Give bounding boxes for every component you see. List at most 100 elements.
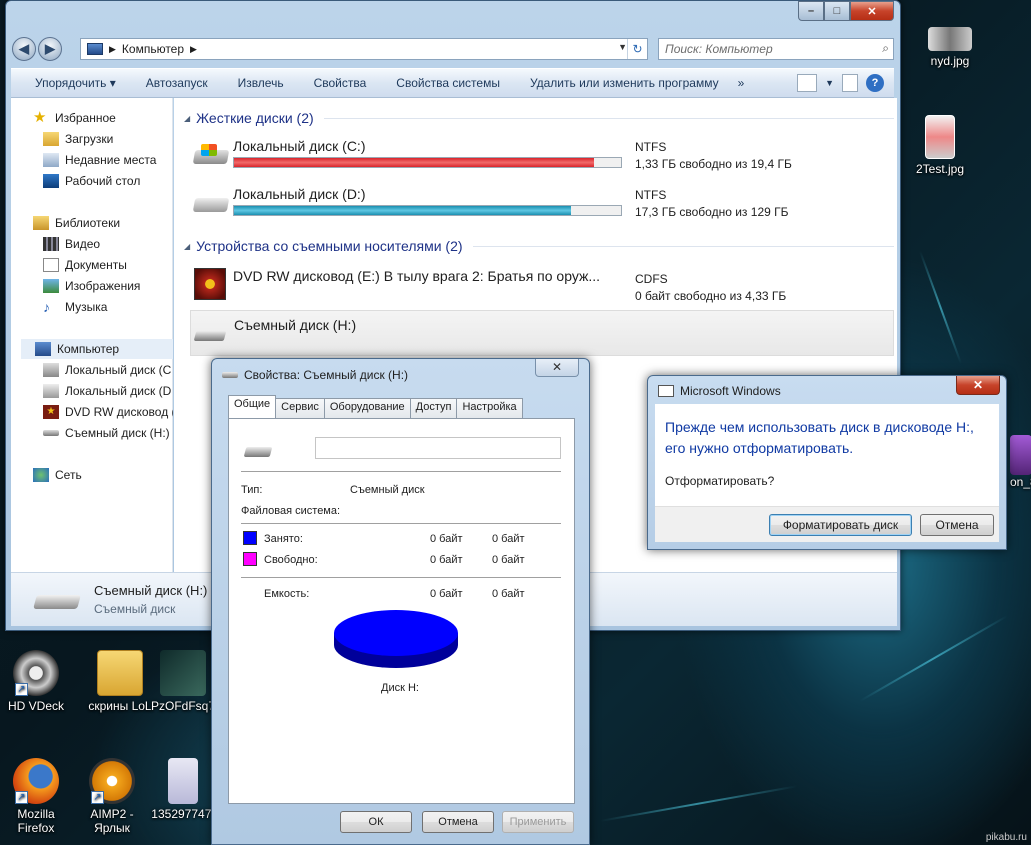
nav-favorites[interactable]: ★ Избранное — [33, 108, 193, 128]
drive-c[interactable]: Локальный диск (C:) NTFS 1,33 ГБ свободн… — [174, 136, 894, 182]
nav-label: Компьютер — [57, 342, 120, 356]
properties-button[interactable]: Свойства — [299, 76, 382, 90]
preview-pane-icon[interactable] — [842, 74, 858, 92]
used-size: 0 байт — [492, 533, 525, 545]
tab-sharing[interactable]: Доступ — [409, 398, 458, 418]
uninstall-program-button[interactable]: Удалить или изменить программу — [515, 76, 734, 90]
tab-tools[interactable]: Сервис — [275, 398, 325, 418]
drive-h[interactable]: Съемный диск (H:) — [190, 310, 894, 356]
filesystem-label: Файловая система: — [241, 505, 341, 517]
nav-label: Локальный диск (D — [65, 384, 172, 398]
drive-name: Съемный диск (H:) — [234, 317, 357, 333]
cancel-button[interactable]: Отмена — [920, 514, 994, 536]
nav-label: Библиотеки — [55, 216, 121, 230]
desktop-icon-firefox[interactable]: ↗ Mozilla Firefox — [0, 758, 76, 835]
ok-button[interactable]: ОК — [340, 811, 412, 833]
drive-free-space: 0 байт свободно из 4,33 ГБ — [635, 289, 787, 303]
nav-libraries[interactable]: Библиотеки — [33, 213, 193, 233]
chevron-down-icon[interactable]: ▼ — [825, 78, 834, 88]
drive-filesystem: CDFS — [635, 272, 668, 286]
desktop-icon-2test[interactable]: 2Test.jpg — [910, 115, 970, 176]
group-removable[interactable]: ◢ Устройства со съемными носителями (2) — [174, 235, 894, 257]
close-button[interactable]: ✕ — [956, 376, 1000, 395]
eject-button[interactable]: Извлечь — [223, 76, 299, 90]
aimp-icon: ↗ — [89, 758, 135, 804]
desktop-icon-label: 2Test.jpg — [915, 162, 965, 176]
properties-tabs: Общие Сервис Оборудование Доступ Настрой… — [228, 395, 523, 418]
divider — [241, 577, 561, 578]
capacity-label: Емкость: — [264, 588, 310, 600]
breadcrumb-computer[interactable]: Компьютер — [122, 42, 184, 56]
tab-general[interactable]: Общие — [228, 395, 277, 418]
star-icon: ★ — [33, 109, 47, 126]
watermark: pikabu.ru — [985, 832, 1027, 843]
nav-drive-h[interactable]: Съемный диск (H:) — [43, 423, 173, 443]
desktop-icon-label: on_8 — [1010, 475, 1031, 489]
nav-label: Изображения — [65, 279, 141, 293]
cancel-button[interactable]: Отмена — [422, 811, 494, 833]
pie-slice-used — [334, 610, 458, 656]
search-input[interactable]: Поиск: Компьютер ⌕ — [658, 38, 894, 60]
desktop-icon-aimp[interactable]: ↗ AIMP2 - Ярлык — [72, 758, 152, 835]
search-icon[interactable]: ⌕ — [882, 41, 889, 56]
usb-drive-icon — [33, 595, 81, 609]
collapse-arrow-icon[interactable]: ◢ — [184, 114, 190, 123]
tab-hardware[interactable]: Оборудование — [323, 398, 411, 418]
help-icon[interactable]: ? — [866, 74, 884, 92]
used-bytes: 0 байт — [430, 533, 463, 545]
view-icon[interactable] — [797, 74, 818, 92]
collapse-arrow-icon[interactable]: ◢ — [184, 242, 190, 251]
desktop-icon-label: PzOFdFsq7 — [150, 699, 216, 713]
folder-icon — [97, 650, 143, 696]
disk-label: Диск H: — [381, 682, 419, 694]
drive-filesystem: NTFS — [635, 140, 667, 154]
close-button[interactable]: ✕ — [535, 359, 579, 377]
drive-usage-bar — [233, 157, 622, 168]
downloads-folder-icon — [43, 132, 59, 146]
nav-drive-d[interactable]: Локальный диск (D — [43, 381, 173, 401]
drive-dvd[interactable]: DVD RW дисковод (E:) В тылу врага 2: Бра… — [174, 262, 894, 308]
nav-drive-dvd[interactable]: ★ DVD RW дисковод ( — [43, 402, 173, 422]
wallpaper-streak — [599, 785, 798, 822]
format-message-dialog: Microsoft Windows ✕ Прежде чем использов… — [647, 375, 1007, 550]
tab-customize[interactable]: Настройка — [456, 398, 523, 418]
maximize-button[interactable]: □ — [824, 1, 850, 21]
hard-drive-icon — [192, 198, 230, 212]
back-button[interactable]: ◀ — [12, 37, 36, 61]
navigation-pane: ★ Избранное Загрузки Недавние места Рабоч… — [11, 98, 173, 572]
usb-drive-icon — [43, 430, 59, 436]
nav-computer[interactable]: Компьютер — [21, 339, 173, 359]
address-bar[interactable]: ▶ Компьютер ▶ ▼ ↻ — [80, 38, 648, 60]
details-name: Съемный диск (H:) — [94, 583, 208, 598]
firefox-icon: ↗ — [13, 758, 59, 804]
minimize-button[interactable]: – — [798, 1, 824, 21]
group-hard-drives[interactable]: ◢ Жесткие диски (2) — [174, 107, 894, 129]
group-divider — [323, 117, 894, 119]
format-disk-button[interactable]: Форматировать диск — [769, 514, 912, 536]
refresh-icon[interactable]: ↻ — [627, 39, 647, 59]
organize-button[interactable]: Упорядочить ▾ — [11, 76, 131, 90]
nav-drive-c[interactable]: Локальный диск (C — [43, 360, 173, 380]
usb-drive-icon — [193, 331, 227, 341]
volume-label-input[interactable] — [315, 437, 561, 459]
computer-icon — [87, 43, 103, 55]
drive-usage-fill — [234, 158, 594, 167]
drive-filesystem: NTFS — [635, 188, 667, 202]
drive-d[interactable]: Локальный диск (D:) NTFS 17,3 ГБ свободн… — [174, 184, 894, 230]
autoplay-button[interactable]: Автозапуск — [131, 76, 223, 90]
forward-button[interactable]: ▶ — [38, 37, 62, 61]
nav-network[interactable]: Сеть — [33, 465, 193, 485]
close-button[interactable]: ✕ — [850, 1, 894, 21]
chevron-down-icon[interactable]: ▼ — [618, 42, 627, 52]
desktop-icon-hdvdeck[interactable]: ↗ HD VDeck — [0, 650, 76, 713]
more-commands-button[interactable]: » — [734, 76, 749, 90]
system-properties-button[interactable]: Свойства системы — [381, 76, 515, 90]
app-icon — [1010, 435, 1031, 475]
image-thumb-icon — [168, 758, 198, 804]
window-icon — [658, 385, 674, 397]
network-icon — [33, 468, 49, 482]
type-value: Съемный диск — [350, 484, 425, 496]
desktop-icon-nyd[interactable]: nyd.jpg — [920, 27, 980, 68]
image-thumb-icon — [160, 650, 206, 696]
desktop-icon-partial[interactable]: on_8 — [1010, 435, 1031, 489]
